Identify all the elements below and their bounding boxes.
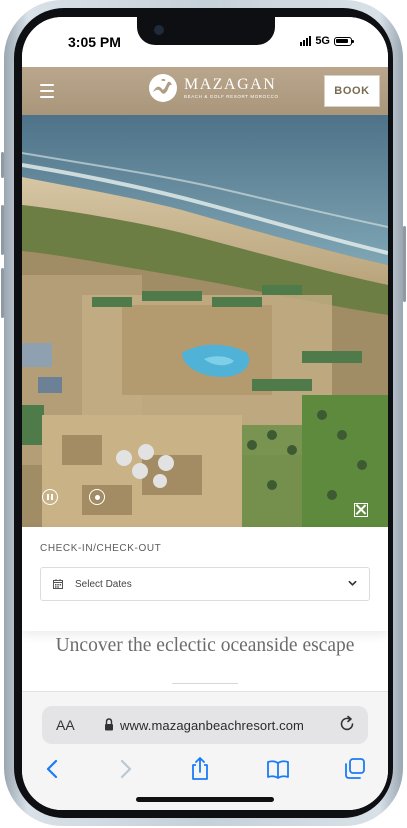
url-text: www.mazaganbeachresort.com <box>120 718 304 733</box>
address-bar[interactable]: AA www.mazaganbeachresort.com <box>42 706 368 744</box>
book-button[interactable]: BOOK <box>324 75 380 107</box>
status-time: 3:05 PM <box>68 34 121 50</box>
battery-icon <box>334 36 354 46</box>
chevron-down-icon <box>348 580 357 586</box>
section-divider <box>172 683 238 684</box>
power-button <box>403 226 406 302</box>
browser-nav-row <box>22 756 388 788</box>
booking-panel: CHECK-IN/CHECK-OUT Select Dates <box>22 527 388 631</box>
site-header: MAZAGAN BEACH & GOLF RESORT MOROCCO BOOK <box>22 67 388 115</box>
text-size-button[interactable]: AA <box>56 717 75 733</box>
forward-icon[interactable] <box>112 756 138 782</box>
pause-icon <box>47 494 53 500</box>
hero-resort-image <box>22 115 388 527</box>
fullscreen-icon[interactable] <box>354 503 368 517</box>
lock-icon <box>105 718 113 731</box>
safari-toolbar: AA www.mazaganbeachresort.com <box>22 691 388 810</box>
select-dates-placeholder: Select Dates <box>75 579 132 590</box>
sound-icon <box>94 494 100 500</box>
brand-subtitle: BEACH & GOLF RESORT MOROCCO <box>184 94 279 99</box>
brand-name: MAZAGAN <box>184 76 277 93</box>
signal-icon <box>300 36 312 46</box>
hero-video[interactable] <box>22 115 388 527</box>
home-indicator[interactable] <box>136 797 274 802</box>
brand-text: MAZAGAN BEACH & GOLF RESORT MOROCCO <box>184 76 279 100</box>
checkin-checkout-label: CHECK-IN/CHECK-OUT <box>40 543 162 554</box>
brand-logo[interactable]: MAZAGAN BEACH & GOLF RESORT MOROCCO <box>148 73 279 103</box>
phone-screen: 3:05 PM 5G MAZAGAN BEACH & GOLF RESORT M… <box>22 17 388 810</box>
share-icon[interactable] <box>187 756 213 782</box>
camera <box>154 25 164 35</box>
date-select-dropdown[interactable]: Select Dates <box>40 567 370 601</box>
tagline-heading: Uncover the eclectic oceanside escape <box>55 635 355 656</box>
tabs-icon[interactable] <box>342 756 368 782</box>
calendar-icon <box>53 579 63 589</box>
bookmarks-icon[interactable] <box>265 756 291 782</box>
network-label: 5G <box>315 35 330 47</box>
logo-mark-icon <box>149 74 177 102</box>
back-icon[interactable] <box>40 756 66 782</box>
hamburger-menu-icon[interactable] <box>40 84 54 98</box>
reload-icon[interactable] <box>338 715 356 733</box>
status-indicators: 5G <box>300 35 354 47</box>
sound-button[interactable] <box>89 489 105 505</box>
notch <box>137 17 275 45</box>
pause-button[interactable] <box>42 489 58 505</box>
